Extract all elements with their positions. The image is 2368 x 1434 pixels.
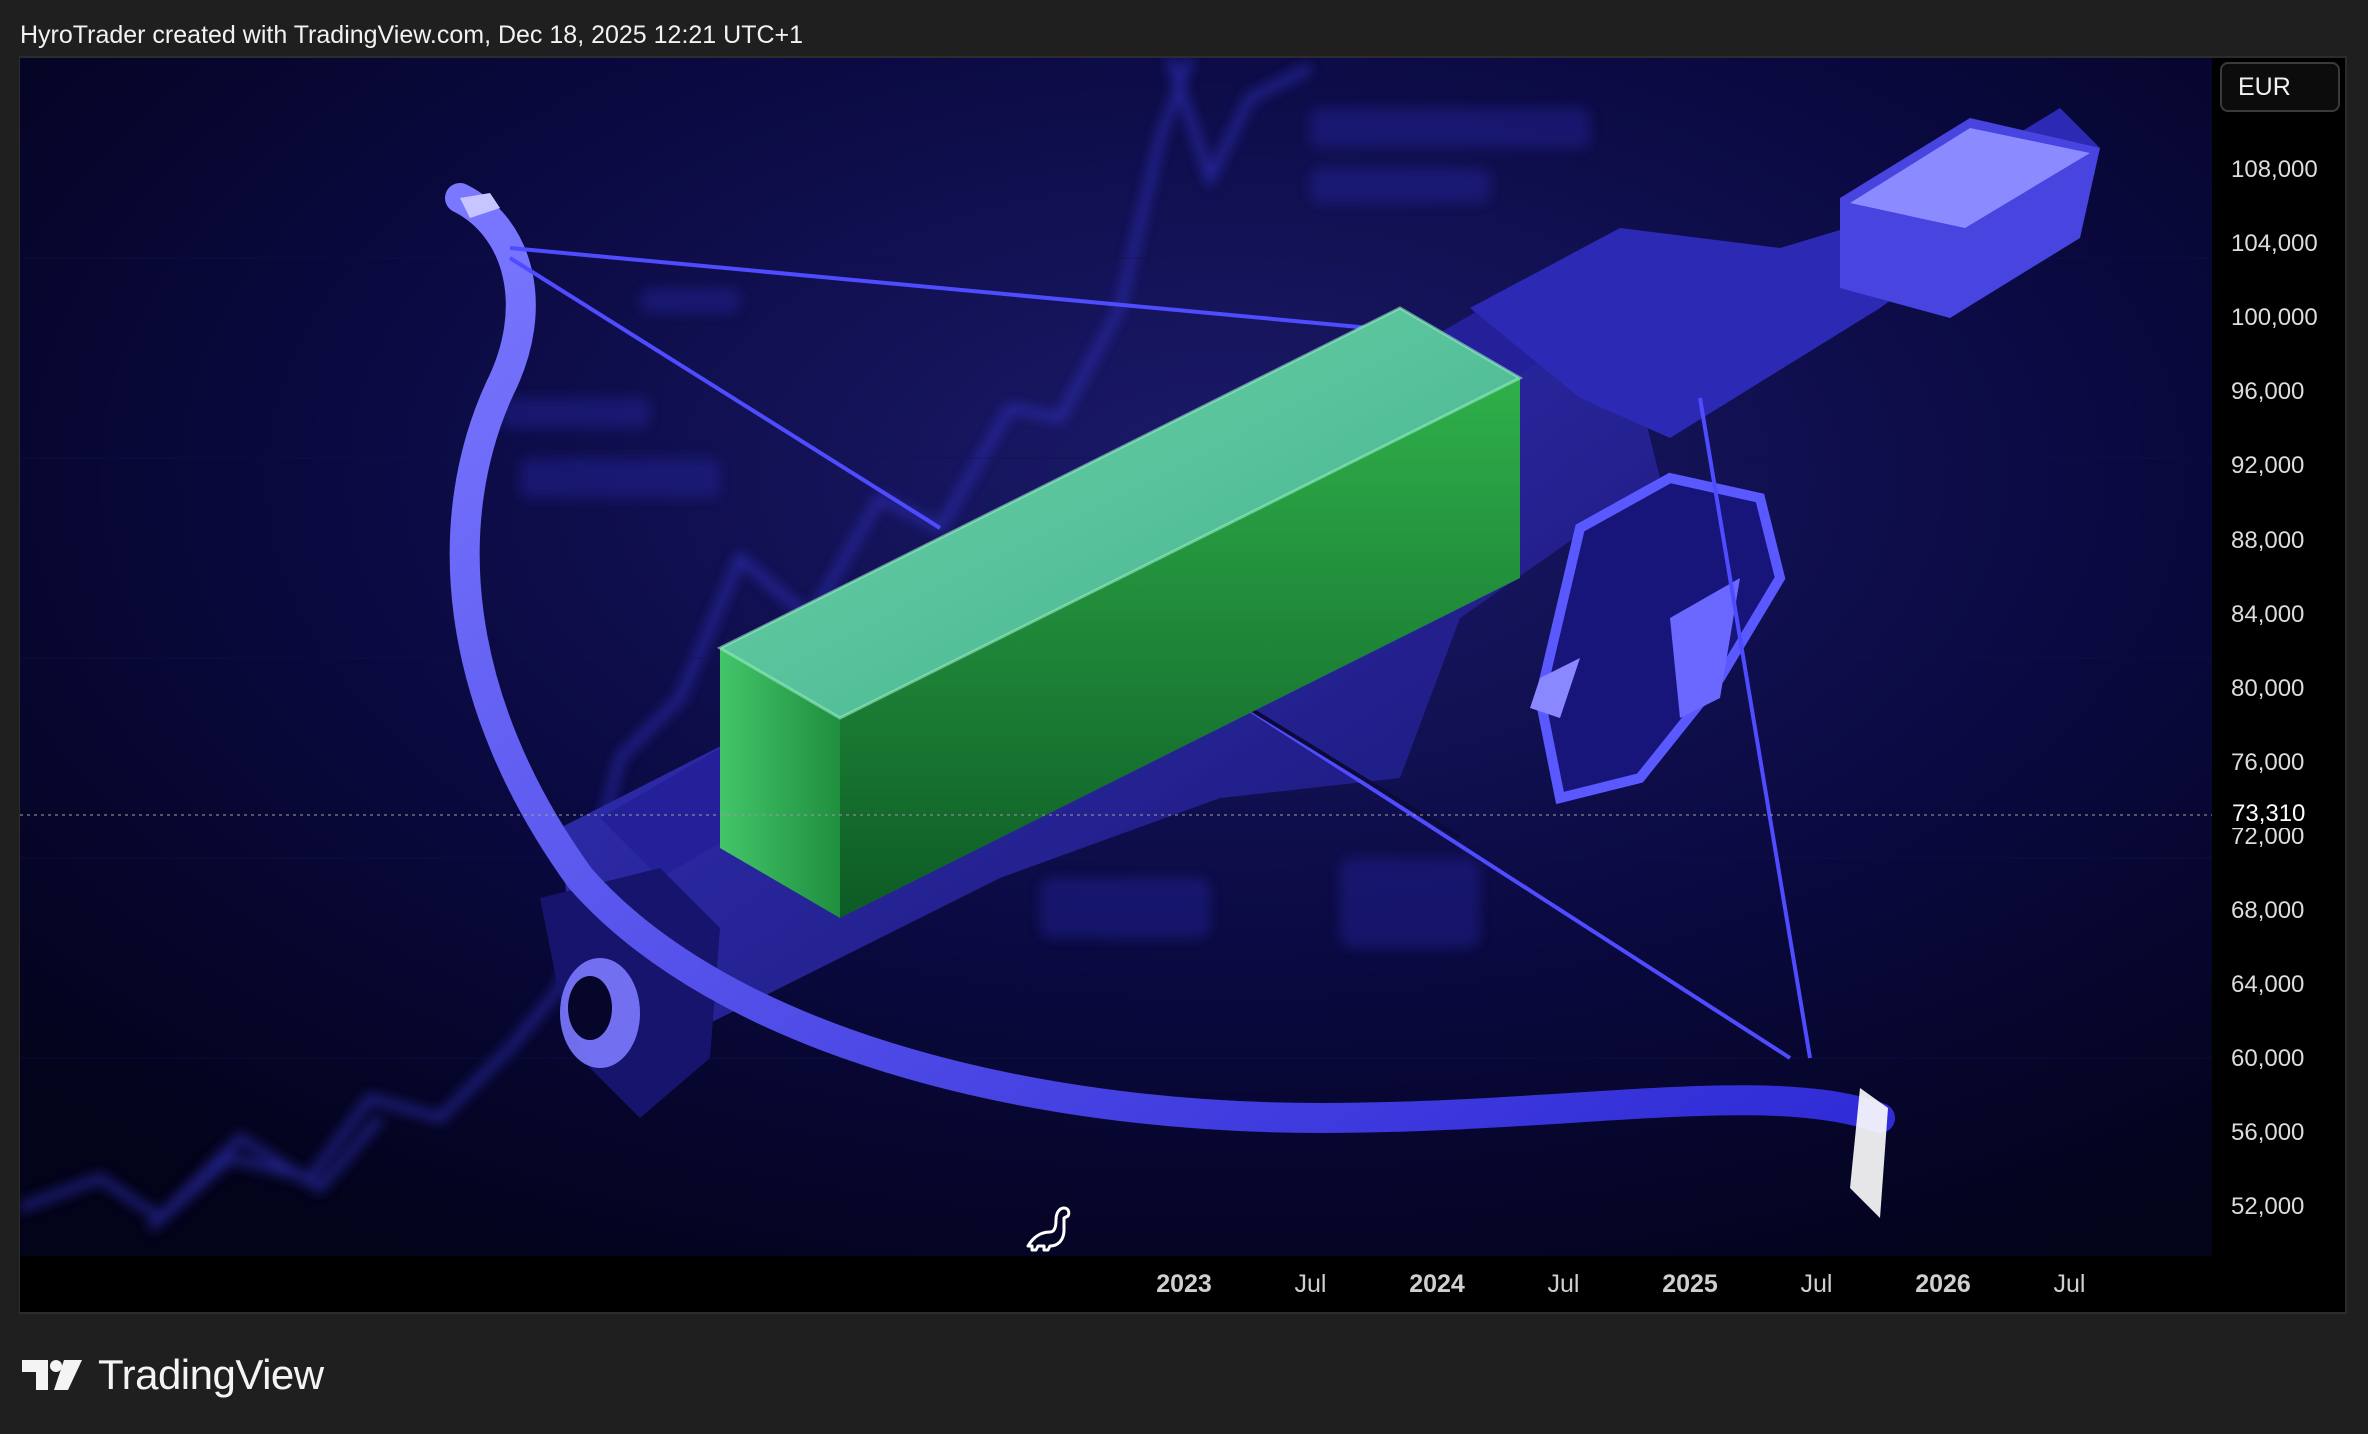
price-axis-label: 96,000 xyxy=(2231,378,2305,406)
time-axis-label: Jul xyxy=(2053,1270,2086,1298)
price-axis-label: 64,000 xyxy=(2231,971,2305,999)
price-axis-label: 56,000 xyxy=(2231,1119,2305,1147)
currency-button[interactable]: EUR xyxy=(2220,62,2340,112)
last-price-label: 73,310 xyxy=(2230,800,2308,828)
time-axis-label: 2026 xyxy=(1915,1270,1971,1298)
time-axis-label: 2024 xyxy=(1409,1270,1465,1298)
price-axis-label: 84,000 xyxy=(2231,600,2305,628)
price-axis-label: 104,000 xyxy=(2231,230,2318,258)
time-axis[interactable]: 2023 Jul 2024 Jul 2025 Jul 2026 Jul xyxy=(20,1256,2212,1312)
price-axis-label: 76,000 xyxy=(2231,748,2305,776)
chart-canvas[interactable] xyxy=(20,58,2212,1256)
dino-icon[interactable] xyxy=(1020,1200,1076,1256)
price-axis-label: 60,000 xyxy=(2231,1045,2305,1073)
price-axis-label: 68,000 xyxy=(2231,897,2305,924)
price-axis[interactable]: 108,000 104,000 100,000 96,000 92,000 88,000 8… xyxy=(2213,58,2345,1256)
brand-name: TradingView xyxy=(98,1351,324,1398)
chart-attribution: HyroTrader created with TradingView.com,… xyxy=(20,21,804,49)
price-axis-label: 52,000 xyxy=(2231,1193,2305,1221)
price-axis-label: 80,000 xyxy=(2231,674,2305,702)
time-axis-label: Jul xyxy=(1294,1270,1327,1298)
price-axis-label: 108,000 xyxy=(2231,156,2318,183)
price-axis-label: 92,000 xyxy=(2231,452,2305,480)
time-axis-label: 2023 xyxy=(1156,1270,1212,1298)
time-axis-label: Jul xyxy=(1547,1270,1580,1298)
price-axis-label: 100,000 xyxy=(2231,304,2318,332)
time-axis-label: Jul xyxy=(1800,1270,1833,1298)
tradingview-logo-icon xyxy=(22,1360,82,1390)
tradingview-logo[interactable]: TradingView xyxy=(22,1350,324,1400)
crossbow-illustration xyxy=(20,58,2212,1256)
time-axis-label: 2025 xyxy=(1662,1270,1718,1298)
price-axis-label: 88,000 xyxy=(2231,526,2305,554)
